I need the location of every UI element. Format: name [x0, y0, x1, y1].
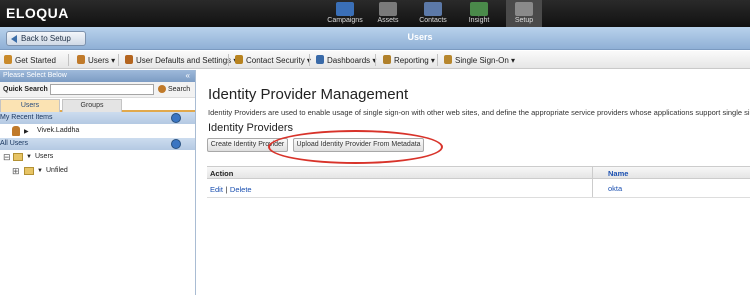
setup-icon [515, 2, 533, 16]
tab-users[interactable]: Users [0, 99, 60, 112]
tree-item-unfiled[interactable]: ⊞ ▼ Unfiled [0, 164, 195, 178]
menu-contact-security[interactable]: Contact Security ▾ [235, 55, 311, 65]
section-title: My Recent Items [0, 114, 53, 121]
menu-dashboards[interactable]: Dashboards ▾ [316, 55, 376, 65]
nav-label: Assets [377, 17, 399, 24]
edit-link[interactable]: Edit [210, 185, 223, 194]
search-button-label: Search [168, 85, 191, 93]
quick-search-label: Quick Search [3, 86, 48, 93]
insight-icon [470, 2, 488, 16]
provider-name-link[interactable]: okta [608, 184, 622, 193]
table-row: Edit | Delete okta [207, 180, 750, 198]
lock-icon [235, 55, 243, 64]
menu-divider [309, 54, 310, 66]
tree-item-label: Unfiled [46, 167, 68, 174]
nav-campaigns[interactable]: Campaigns [325, 0, 365, 27]
quick-search-input[interactable] [50, 84, 154, 95]
section-heading: Identity Providers [208, 122, 293, 134]
nav-label: Contacts [419, 17, 447, 24]
search-button[interactable]: Search [158, 85, 190, 93]
menu-label: Dashboards ▾ [327, 56, 377, 65]
back-to-setup-button[interactable]: Back to Setup [6, 31, 86, 46]
arrow-icon: ▶ [24, 129, 29, 135]
recent-items-section[interactable]: My Recent Items [0, 112, 195, 124]
dashboard-icon [316, 55, 324, 64]
key-icon [444, 55, 452, 64]
menu-divider [228, 54, 229, 66]
user-icon [77, 55, 85, 64]
nav-label: Setup [514, 17, 534, 24]
user-icon [12, 126, 20, 136]
create-identity-provider-button[interactable]: Create Identity Provider [207, 138, 288, 152]
nav-label: Campaigns [327, 17, 363, 24]
contacts-icon [424, 2, 442, 16]
menu-users[interactable]: Users ▾ [77, 55, 115, 65]
arrow-icon: ▼ [26, 154, 32, 160]
menu-divider [437, 54, 438, 66]
menu-label: User Defaults and Settings ▾ [136, 56, 238, 65]
section-toggle-icon[interactable] [171, 113, 181, 123]
recent-item[interactable]: ▶ Vivek.Laddha [0, 124, 195, 138]
menu-label: Get Started [15, 56, 56, 65]
nav-setup[interactable]: Setup [506, 0, 542, 27]
table-header: Action Name [207, 166, 750, 179]
expand-tree-icon[interactable]: ⊞ [12, 166, 20, 177]
menu-get-started[interactable]: Get Started [4, 55, 56, 65]
collapse-sidebar-icon[interactable]: « [186, 70, 190, 82]
column-action[interactable]: Action [210, 169, 233, 178]
report-icon [383, 55, 391, 64]
main-content: Identity Provider Management Identity Pr… [197, 70, 750, 295]
column-name[interactable]: Name [608, 169, 628, 178]
section-toggle-icon[interactable] [171, 139, 181, 149]
page-heading: Identity Provider Management [208, 86, 409, 103]
menu-label: Reporting ▾ [394, 56, 435, 65]
tree-item-users[interactable]: ⊟ ▼ Users [0, 150, 195, 164]
page-title-bar: Users Back to Setup [0, 27, 750, 50]
nav-contacts[interactable]: Contacts [415, 0, 451, 27]
menu-single-sign-on[interactable]: Single Sign-On ▾ [444, 55, 515, 65]
sidebar-tabs: Users Groups [0, 98, 195, 112]
menu-label: Contact Security ▾ [246, 56, 311, 65]
nav-assets[interactable]: Assets [372, 0, 404, 27]
folder-icon [13, 153, 23, 161]
upload-identity-provider-button[interactable]: Upload Identity Provider From Metadata [293, 138, 424, 152]
nav-insight[interactable]: Insight [463, 0, 495, 27]
delete-link[interactable]: Delete [230, 185, 252, 194]
link-separator: | [225, 185, 228, 194]
tree-item-label: Users [35, 153, 54, 160]
top-navigation-bar: ELOQUA Campaigns Assets Contacts Insight… [0, 0, 750, 27]
tab-groups[interactable]: Groups [62, 99, 122, 112]
recent-item-label: Vivek.Laddha [37, 127, 80, 134]
menu-divider [118, 54, 119, 66]
campaigns-icon [336, 2, 354, 16]
menu-divider [68, 54, 69, 66]
arrow-icon: ▼ [37, 168, 43, 174]
folder-icon [24, 167, 34, 175]
sidebar-header: Please Select Below « [0, 70, 195, 82]
sidebar-panel: Please Select Below « Quick Search Searc… [0, 70, 196, 295]
rocket-icon [4, 55, 12, 64]
all-users-section[interactable]: All Users [0, 138, 195, 150]
menu-divider [375, 54, 376, 66]
menu-user-defaults[interactable]: User Defaults and Settings ▾ [125, 55, 237, 65]
section-title: All Users [0, 140, 29, 147]
sidebar-header-label: Please Select Below [3, 72, 67, 79]
menu-bar: Get Started Users ▾ User Defaults and Se… [0, 51, 750, 69]
user-gear-icon [125, 55, 133, 64]
user-search-icon [158, 85, 166, 93]
collapse-tree-icon[interactable]: ⊟ [3, 152, 11, 163]
brand-logo: ELOQUA [6, 5, 69, 21]
menu-reporting[interactable]: Reporting ▾ [383, 55, 435, 65]
nav-label: Insight [468, 17, 490, 24]
page-description: Identity Providers are used to enable us… [208, 108, 750, 117]
menu-label: Single Sign-On ▾ [455, 56, 516, 65]
page-title: Users [407, 32, 433, 42]
menu-label: Users ▾ [88, 56, 116, 65]
assets-icon [379, 2, 397, 16]
quick-search-row: Quick Search Search [0, 82, 195, 98]
